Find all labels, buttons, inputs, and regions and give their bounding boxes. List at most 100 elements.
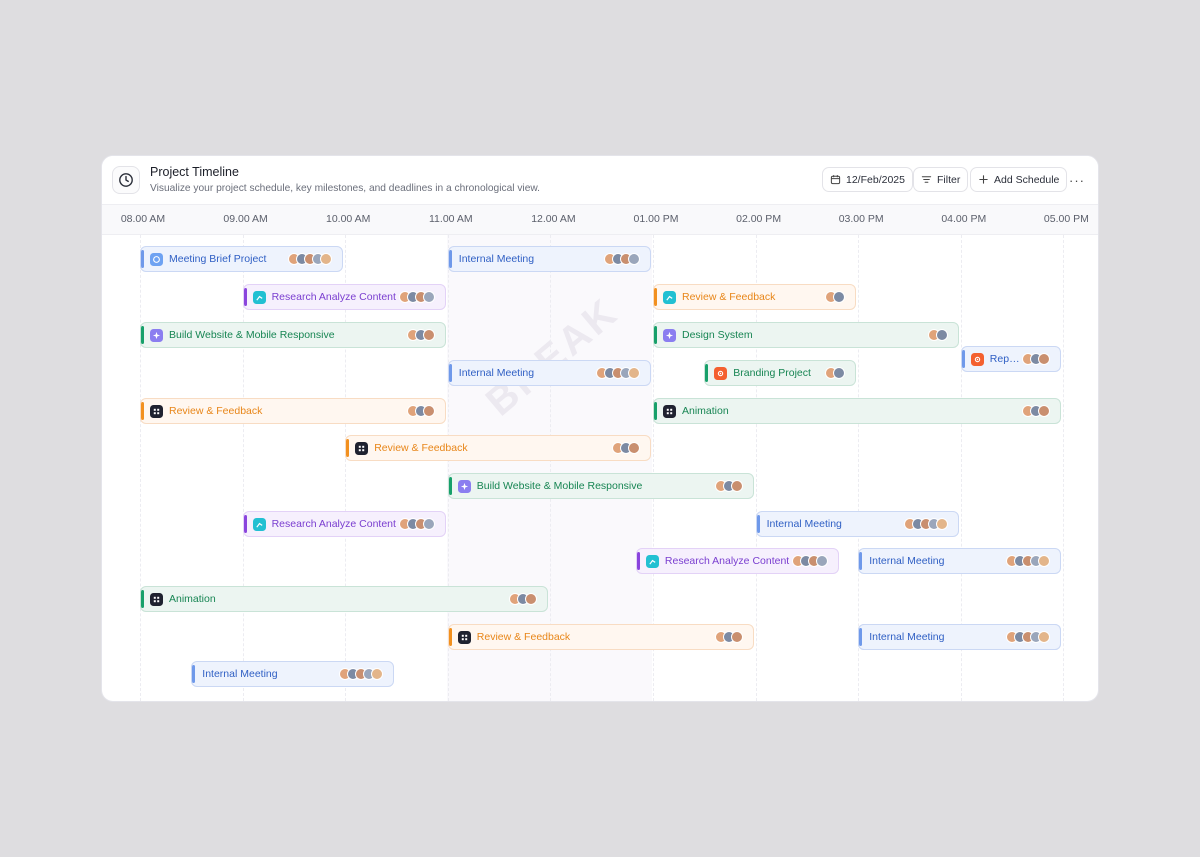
avatar-group: [406, 329, 435, 341]
avatar: [1038, 631, 1051, 643]
bar-accent: [448, 250, 452, 268]
sparkle-icon: [150, 328, 163, 342]
flower-icon: [714, 366, 728, 380]
schedule-label: Build Website & Mobile Responsive: [169, 329, 335, 341]
schedule-bar[interactable]: Meeting Brief Project: [140, 246, 344, 272]
bar-accent: [705, 364, 709, 382]
schedule-bar[interactable]: Internal Meeting: [447, 360, 651, 386]
grid-line: [1063, 235, 1065, 701]
add-schedule-button[interactable]: Add Schedule: [970, 167, 1068, 192]
schedule-bar[interactable]: Animation: [653, 398, 1062, 424]
bar-accent: [448, 364, 452, 382]
schedule-bar[interactable]: Internal Meeting: [447, 246, 651, 272]
bar-accent: [141, 590, 144, 608]
date-picker-button[interactable]: 12/Feb/2025: [822, 167, 913, 192]
avatar-group: [903, 518, 948, 530]
schedule-bar[interactable]: Internal Meeting: [858, 624, 1062, 650]
avatar: [935, 518, 948, 530]
avatar: [627, 442, 640, 454]
bar-accent: [654, 402, 657, 420]
bar-accent: [141, 326, 144, 344]
chart-icon: [252, 290, 266, 304]
schedule-bar[interactable]: Review & Feedback: [345, 435, 651, 461]
schedule-bar[interactable]: Design System: [653, 322, 959, 348]
filter-icon: [921, 174, 932, 185]
schedule-bar[interactable]: Review & Feedback: [653, 284, 857, 310]
schedule-bar[interactable]: Review & Feedback: [447, 624, 754, 650]
time-label: 02.00 PM: [736, 213, 782, 225]
bar-accent: [859, 552, 863, 570]
chart-icon: [252, 517, 266, 531]
avatar-group: [714, 631, 743, 643]
avatar: [525, 593, 538, 605]
schedule-bar[interactable]: Internal Meeting: [858, 548, 1062, 574]
schedule-bar[interactable]: Internal Meeting: [755, 511, 959, 537]
avatar-group: [927, 329, 948, 341]
avatar: [833, 291, 846, 303]
avatar: [1038, 555, 1051, 567]
grid-line: [140, 235, 141, 701]
avatar: [730, 480, 743, 492]
avatar-group: [825, 367, 846, 379]
avatar: [935, 329, 948, 341]
schedule-label: Animation: [682, 405, 729, 417]
schedule-bar[interactable]: Repor...: [960, 346, 1062, 372]
bar-accent: [141, 402, 144, 420]
avatar: [422, 329, 435, 341]
schedule-bar[interactable]: Branding Project: [704, 360, 857, 386]
schedule-bar[interactable]: Build Website & Mobile Responsive: [447, 473, 754, 499]
avatar: [833, 367, 846, 379]
calendar-icon: [830, 174, 841, 185]
avatar-group: [825, 291, 846, 303]
avatar-group: [1006, 555, 1051, 567]
bar-accent: [346, 439, 350, 457]
clock-icon: [112, 166, 140, 194]
avatar-group: [1022, 405, 1051, 417]
schedule-label: Animation: [169, 593, 216, 605]
bar-accent: [756, 515, 760, 533]
avatar-group: [288, 253, 333, 265]
sparkle-icon: [457, 479, 471, 493]
bar-accent: [448, 477, 452, 495]
avatar-group: [1022, 353, 1051, 365]
time-label: 08.00 AM: [120, 213, 166, 225]
schedule-label: Review & Feedback: [169, 405, 263, 417]
calendar-icon: [150, 252, 163, 266]
schedule-label: Repor...: [989, 353, 1023, 365]
schedule-label: Research Analyze Content: [271, 291, 396, 303]
avatar-group: [714, 480, 743, 492]
avatar: [730, 631, 743, 643]
avatar: [816, 555, 829, 567]
page-title: Project Timeline: [150, 165, 239, 179]
bar-accent: [654, 288, 657, 306]
project-timeline-card: Project Timeline Visualize your project …: [101, 155, 1099, 702]
schedule-bar[interactable]: Animation: [140, 586, 549, 612]
schedule-bar[interactable]: Review & Feedback: [140, 398, 446, 424]
avatar: [627, 367, 640, 379]
avatar-group: [398, 518, 435, 530]
schedule-label: Research Analyze Content: [664, 555, 790, 567]
bar-accent: [243, 515, 247, 533]
schedule-label: Research Analyze Content: [271, 518, 396, 530]
schedule-bar[interactable]: Internal Meeting: [191, 661, 395, 687]
schedule-label: Meeting Brief Project: [169, 253, 267, 265]
schedule-label: Internal Meeting: [202, 668, 278, 680]
bar-accent: [243, 288, 247, 306]
schedule-label: Branding Project: [733, 367, 811, 379]
avatar-group: [398, 291, 435, 303]
chart-icon: [663, 290, 676, 304]
time-label: 11.00 AM: [429, 213, 473, 225]
schedule-label: Internal Meeting: [458, 367, 535, 379]
bar-accent: [961, 350, 965, 368]
bar-accent: [141, 250, 144, 268]
schedule-bar[interactable]: Research Analyze Content: [242, 511, 446, 537]
schedule-bar[interactable]: Research Analyze Content: [635, 548, 840, 574]
bar-accent: [654, 326, 657, 344]
schedule-bar[interactable]: Research Analyze Content: [242, 284, 446, 310]
filter-button[interactable]: Filter: [913, 167, 969, 192]
date-label: 12/Feb/2025: [846, 173, 905, 186]
schedule-bar[interactable]: Build Website & Mobile Responsive: [140, 322, 446, 348]
more-options-icon[interactable]: ···: [1064, 169, 1090, 191]
time-label: 05.00 PM: [1043, 213, 1089, 225]
avatar-group: [792, 555, 829, 567]
